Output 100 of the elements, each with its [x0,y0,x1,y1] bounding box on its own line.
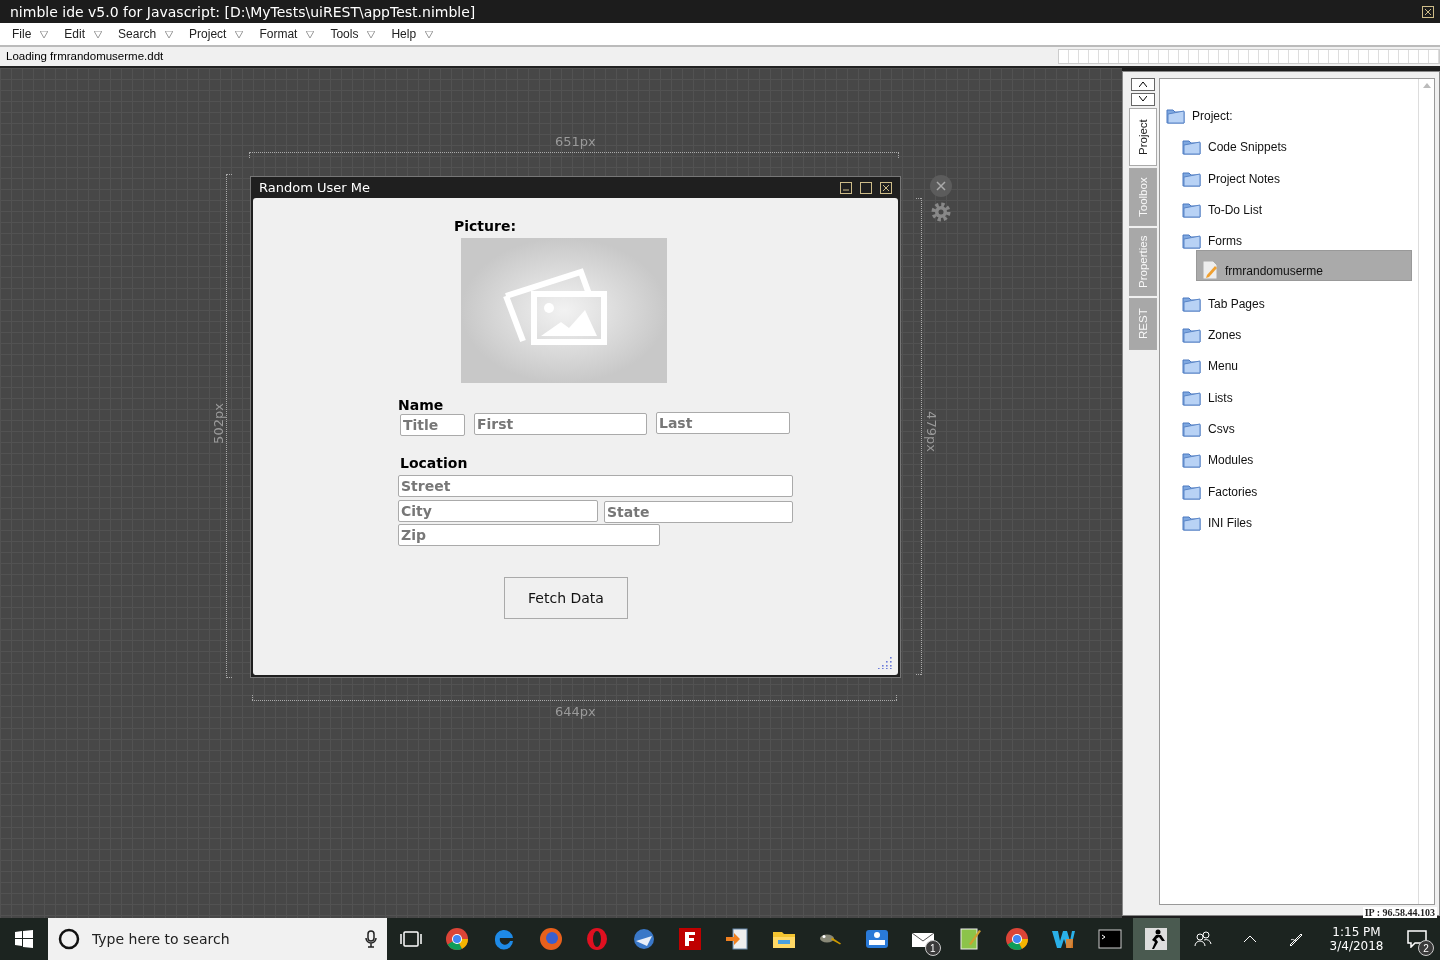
clock[interactable]: 1:15 PM 3/4/2018 [1329,925,1384,953]
text-field[interactable]: Title [400,414,465,436]
tree-item[interactable]: INI Files [1166,500,1412,532]
tree-label: Code Snippets [1208,140,1287,157]
minimize-icon[interactable] [840,181,852,194]
folder-icon [1182,482,1202,501]
folder-icon [1182,169,1202,188]
dropdown-caret-icon [165,30,174,38]
notifications-button[interactable]: 2 [1393,918,1440,960]
folder-icon [1182,200,1202,219]
tree-item[interactable]: To-Do List [1166,187,1412,219]
width-label: 651px [555,134,596,149]
side-tab[interactable]: Project [1129,108,1157,166]
document-pencil-icon [1201,260,1219,281]
scroll-up-button[interactable] [1131,78,1155,91]
tree-label: Menu [1208,359,1239,376]
tree-item[interactable]: Tab Pages [1166,281,1412,313]
maximize-icon[interactable] [860,181,872,194]
windows-logo-icon [14,930,33,948]
tree-item[interactable]: Lists [1166,375,1412,407]
form-title: Random User Me [259,180,370,195]
dropdown-caret-icon [306,30,315,38]
tree-item[interactable]: Factories [1166,469,1412,501]
dropdown-trigger[interactable]: Tools [322,27,384,41]
tree-item[interactable]: Menu [1166,344,1412,376]
down-caret-icon [1139,96,1147,102]
scroll-down-button[interactable] [1131,93,1155,106]
tree-label: Lists [1208,390,1233,407]
tree-label: Factories [1208,484,1258,501]
browser-icon [1003,926,1030,952]
circle-icon [57,928,80,950]
dropdown-caret-icon [94,30,103,38]
tree-item[interactable]: frmrandomuserme [1196,250,1412,282]
image-placeholder-icon [461,238,667,383]
tree-item[interactable]: Csvs [1166,406,1412,438]
close-icon[interactable] [929,174,953,198]
window-title: nimble ide v5.0 for Javascript: [D:\MyTests\uiREST\appTest.nimble] [10,3,476,20]
folder-icon [1166,107,1186,125]
fetch-data-button[interactable]: Fetch Data [504,577,628,619]
location-label: Location [400,455,468,471]
document-arrow-icon [723,926,750,952]
taskbar-app-button[interactable]: 1 [900,918,947,960]
dropdown-caret-icon [367,30,376,38]
dropdown-trigger[interactable]: Search [110,27,182,41]
tree-item[interactable]: Project Notes [1166,156,1412,188]
close-icon[interactable] [1422,5,1434,18]
taskbar-search-field[interactable]: Type here to search [47,918,388,960]
dropdown-caret-icon [425,30,434,38]
browser-icon [444,926,471,952]
text-field[interactable]: State [604,501,793,523]
notepad-icon [957,926,983,952]
taskbar-app-button[interactable] [1133,918,1180,960]
microphone-icon[interactable] [365,930,378,948]
folder-icon [1182,419,1202,438]
tree-item[interactable]: Modules [1166,437,1412,470]
width-label: 644px [555,704,596,719]
up-caret-icon [1242,935,1257,943]
time-text: 1:15 PM [1332,925,1381,939]
date-text: 3/4/2018 [1329,939,1384,953]
up-caret-icon [1139,81,1147,87]
dropdown-trigger[interactable]: File [4,27,57,41]
tree-label: INI Files [1208,515,1252,532]
tree-item[interactable]: Forms [1166,218,1412,251]
close-icon[interactable] [880,181,892,194]
search-input[interactable]: Type here to search [89,930,356,948]
count-badge: 2 [1418,940,1435,956]
folder-icon [1182,513,1202,532]
tree-label: Zones [1208,328,1242,345]
tree-label: Project: [1192,109,1233,125]
text-field[interactable]: First [474,413,647,435]
settings-icon[interactable] [929,200,953,224]
text-field[interactable]: Street [398,475,793,497]
folder-icon [1182,232,1202,251]
browser-icon [537,926,564,952]
dropdown-trigger[interactable]: Project [181,27,252,41]
tree-item[interactable]: Project: [1166,85,1412,125]
text-field[interactable]: City [398,500,598,522]
runner-icon [1143,926,1170,952]
task-view-icon [399,931,422,947]
dropdown-trigger[interactable]: Edit [56,27,111,41]
folder-icon [1182,451,1202,470]
dropdown-trigger[interactable]: Format [251,27,323,41]
tree-item[interactable]: Zones [1166,312,1412,345]
dropdown-trigger[interactable]: Help [383,27,442,41]
folder-icon [1182,138,1202,157]
resize-grip-icon[interactable] [878,655,892,669]
height-label: 479px [923,411,939,452]
tree-label: Modules [1208,453,1254,470]
app-icon [677,926,704,952]
tree-label: Forms [1208,234,1242,251]
tree-item[interactable]: Code Snippets [1166,125,1412,157]
tree-label: Project Notes [1208,171,1281,188]
tree-label: To-Do List [1208,202,1263,219]
status-text: Loading frmrandomuserme.ddt [5,49,165,64]
people-icon [1194,931,1213,947]
pen-icon [1288,931,1305,947]
terminal-icon [1096,926,1123,952]
text-field[interactable]: Last [656,412,790,434]
text-field[interactable]: Zip [398,524,660,546]
folder-icon [1182,388,1202,407]
